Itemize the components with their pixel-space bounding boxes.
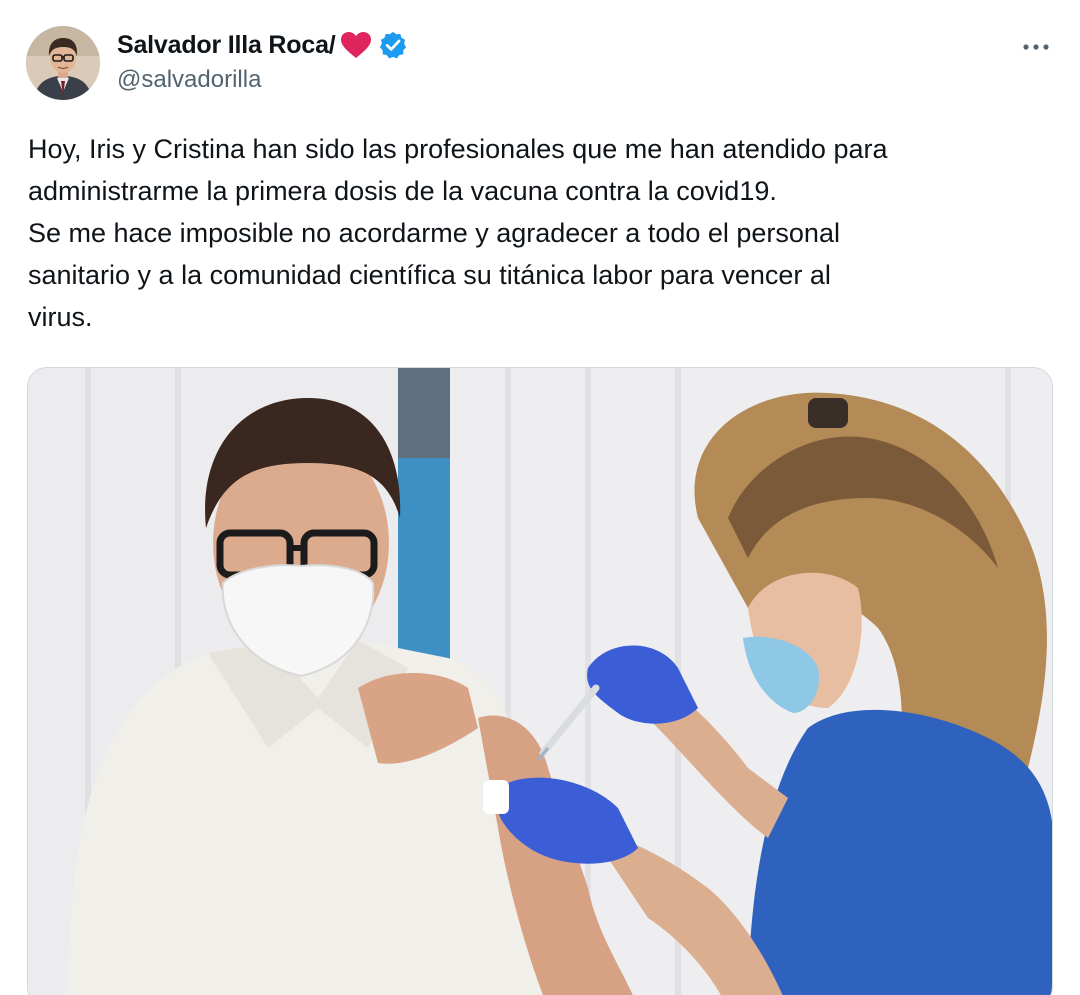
avatar[interactable] [26,26,100,100]
tweet-text-line: Se me hace imposible no acordarme y agra… [28,218,840,248]
tweet-card: Salvador Illa Roca/ @salvadorilla Hoy, I… [0,0,1080,995]
tweet-photo[interactable] [27,367,1053,995]
user-handle[interactable]: @salvadorilla [117,66,408,94]
red-heart-icon [340,31,372,59]
tweet-text-line: sanitario y a la comunidad científica su… [28,260,831,290]
tweet-text-line: virus. [28,302,93,332]
display-name[interactable]: Salvador Illa Roca/ [117,31,336,60]
verified-badge-icon[interactable] [378,30,408,60]
vaccination-photo-illustration [28,368,1052,995]
author-block: Salvador Illa Roca/ @salvadorilla [117,28,408,94]
name-row: Salvador Illa Roca/ [117,28,408,62]
tweet-text: Hoy, Iris y Cristina han sido las profes… [28,128,1048,338]
more-options-icon [1023,44,1049,50]
tweet-text-line: administrarme la primera dosis de la vac… [28,176,777,206]
tweet-text-line: Hoy, Iris y Cristina han sido las profes… [28,134,888,164]
more-options-button[interactable] [1016,30,1056,64]
